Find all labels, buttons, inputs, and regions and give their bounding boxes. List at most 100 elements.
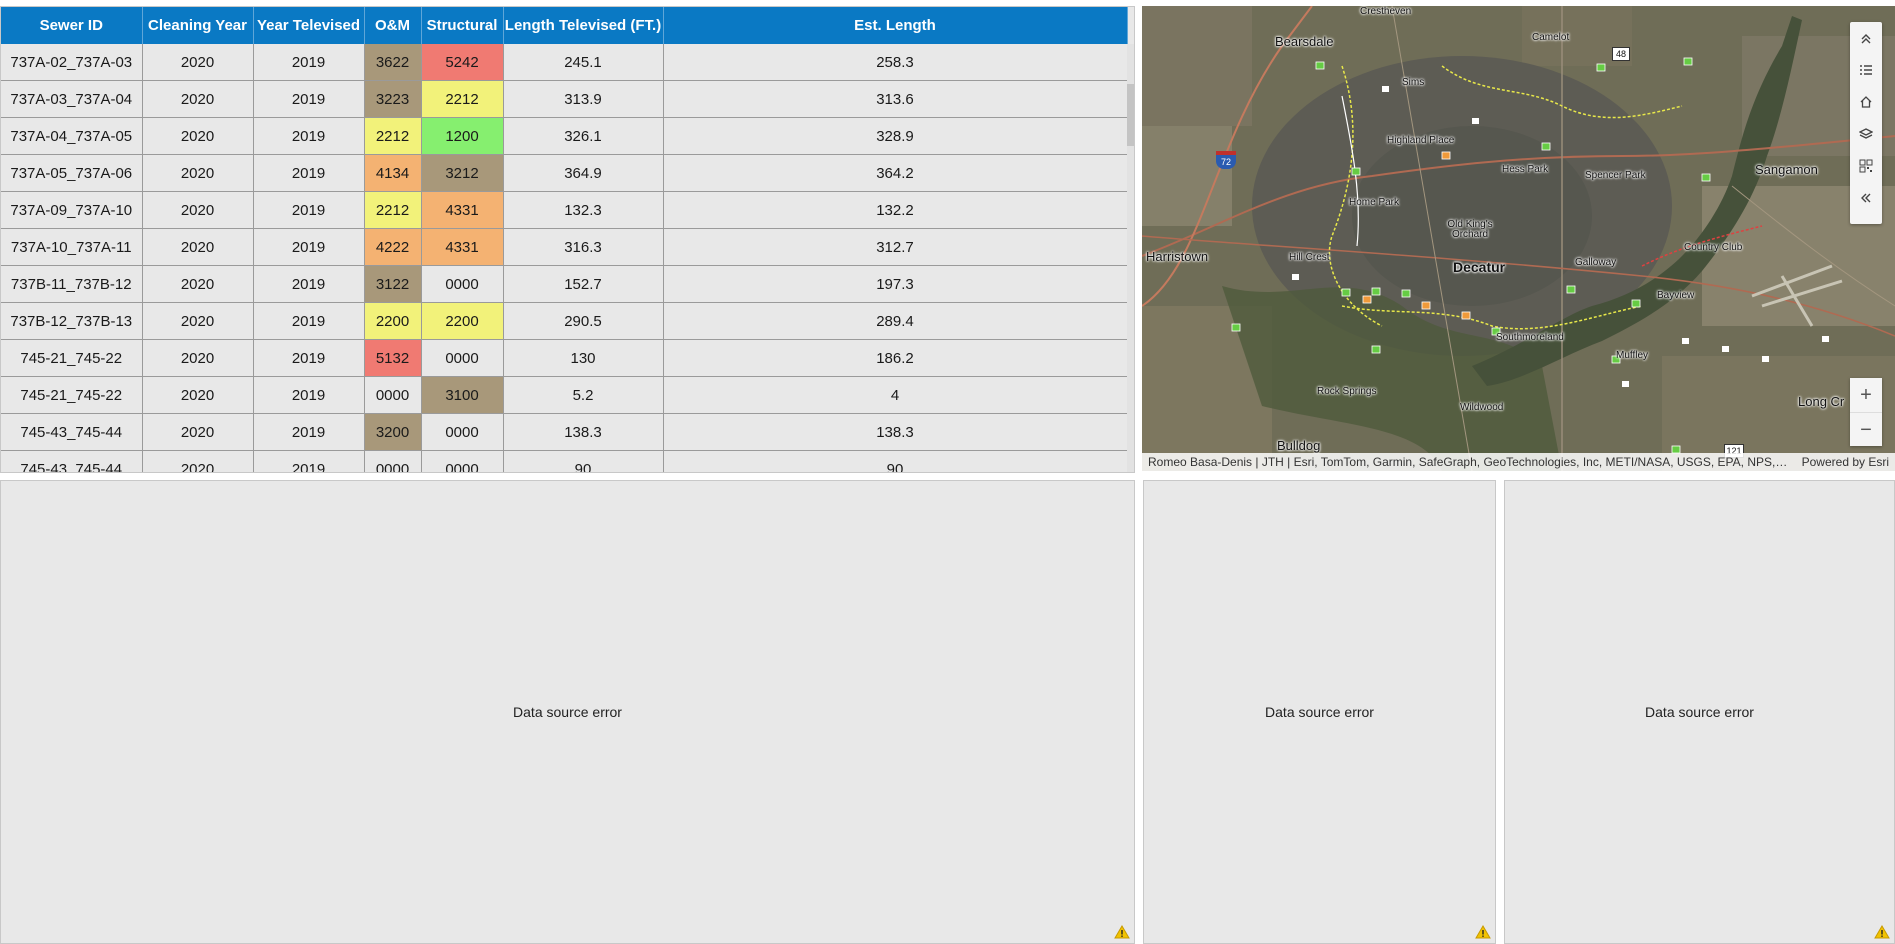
table-row[interactable]: 737A-05_737A-06 2020 2019 4134 3212 364.9 364.… [1,154,1128,192]
cell-om: 0000 [364,376,422,414]
route-shield-icon: 48 [1612,47,1630,61]
data-source-error-message: Data source error [513,704,622,720]
table-row[interactable]: 737A-02_737A-03 2020 2019 3622 5242 245.1 258.… [1,44,1128,81]
attribution-text[interactable]: Romeo Basa-Denis | JTH | Esri, TomTom, G… [1148,455,1788,469]
zoom-out-button[interactable]: − [1850,413,1882,447]
cell-om: 4222 [364,228,422,266]
warning-icon [1874,925,1890,939]
col-header-structural[interactable]: Structural [421,7,504,44]
map-label-hill-crest: Hill Crest [1289,252,1330,263]
legend-list-icon[interactable] [1850,54,1882,86]
cell-year-televised: 2019 [253,450,365,472]
cell-om: 3122 [364,265,422,303]
cell-om: 2200 [364,302,422,340]
chart-panel-1: Data source error [0,480,1135,944]
cell-om: 0000 [364,450,422,472]
table-row[interactable]: 745-43_745-44 2020 2019 3200 0000 138.3 138.3 [1,413,1128,451]
col-header-year-televised[interactable]: Year Televised [253,7,365,44]
table-scrollbar[interactable] [1127,44,1134,472]
col-header-length-televised[interactable]: Length Televised (FT.) [503,7,664,44]
cell-sewer-id: 737A-04_737A-05 [1,117,143,155]
table-row[interactable]: 745-21_745-22 2020 2019 5132 0000 130 186.2 [1,339,1128,377]
cell-length-televised: 316.3 [503,228,664,266]
col-header-est-length[interactable]: Est. Length [663,7,1128,44]
cell-om: 2212 [364,191,422,229]
cell-structural: 3212 [421,154,504,192]
collapse-up-icon[interactable] [1850,22,1882,54]
table-row[interactable]: 737A-10_737A-11 2020 2019 4222 4331 316.3 312.… [1,228,1128,266]
cell-cleaning-year: 2020 [142,339,254,377]
qr-grid-icon[interactable] [1850,150,1882,182]
powered-by-esri[interactable]: Powered by Esri [1802,455,1889,469]
map-label-long-creek: Long Cr [1798,394,1845,409]
cell-structural: 1200 [421,117,504,155]
data-source-error-message: Data source error [1645,704,1754,720]
cell-sewer-id: 745-21_745-22 [1,339,143,377]
map-label-muffley: Muffley [1616,350,1649,361]
col-header-om[interactable]: O&M [364,7,422,44]
layers-icon[interactable] [1850,118,1882,150]
map-label-highland-place: Highland Place [1387,135,1455,146]
map-label-rock-springs: Rock Springs [1317,386,1377,397]
shield-label-48: 48 [1615,49,1626,59]
collapse-left-icon[interactable] [1850,182,1882,214]
cell-om: 3223 [364,80,422,118]
map-label-country-club: Country Club [1684,242,1743,253]
map-label-hess-park: Hess Park [1502,164,1549,175]
map-label-sangamon: Sangamon [1755,162,1818,177]
map-view[interactable]: Crestheven Camelot Bearsdale Sims Highla… [1142,6,1895,471]
cell-cleaning-year: 2020 [142,302,254,340]
map-label-wildwood: Wildwood [1460,402,1504,413]
table-scroll-thumb[interactable] [1127,84,1134,146]
cell-cleaning-year: 2020 [142,265,254,303]
zoom-in-button[interactable]: + [1850,378,1882,413]
cell-cleaning-year: 2020 [142,191,254,229]
satellite-basemap [1142,6,1895,471]
cell-year-televised: 2019 [253,80,365,118]
table-row[interactable]: 745-43_745-44 2020 2019 0000 0000 90 90 [1,450,1128,472]
chart-panel-2: Data source error [1143,480,1496,944]
map-label-bearsdale: Bearsdale [1275,34,1334,49]
cell-year-televised: 2019 [253,376,365,414]
map-label-camelot: Camelot [1532,32,1570,43]
col-header-sewer-id[interactable]: Sewer ID [1,7,143,44]
cell-sewer-id: 737A-05_737A-06 [1,154,143,192]
cell-cleaning-year: 2020 [142,80,254,118]
cell-structural: 5242 [421,44,504,81]
cell-length-televised: 245.1 [503,44,664,81]
cell-sewer-id: 737A-02_737A-03 [1,44,143,81]
cell-length-televised: 313.9 [503,80,664,118]
cell-est-length: 364.2 [663,154,1128,192]
cell-structural: 0000 [421,339,504,377]
cell-length-televised: 152.7 [503,265,664,303]
table-row[interactable]: 737B-12_737B-13 2020 2019 2200 2200 290.5 289.… [1,302,1128,340]
cell-year-televised: 2019 [253,228,365,266]
home-icon[interactable] [1850,86,1882,118]
cell-structural: 0000 [421,413,504,451]
cell-sewer-id: 745-43_745-44 [1,450,143,472]
cell-structural: 3100 [421,376,504,414]
cell-sewer-id: 737B-12_737B-13 [1,302,143,340]
cell-length-televised: 290.5 [503,302,664,340]
table-row[interactable]: 745-21_745-22 2020 2019 0000 3100 5.2 4 [1,376,1128,414]
cell-est-length: 4 [663,376,1128,414]
col-header-cleaning-year[interactable]: Cleaning Year [142,7,254,44]
map-label-old-kings-orchard: Old King's Orchard [1447,219,1493,240]
cell-year-televised: 2019 [253,413,365,451]
cell-structural: 4331 [421,228,504,266]
cell-est-length: 312.7 [663,228,1128,266]
map-label-spencer-park: Spencer Park [1585,170,1646,181]
table-row[interactable]: 737B-11_737B-12 2020 2019 3122 0000 152.7 197.… [1,265,1128,303]
cell-year-televised: 2019 [253,44,365,81]
cell-length-televised: 364.9 [503,154,664,192]
table-row[interactable]: 737A-03_737A-04 2020 2019 3223 2212 313.9 313.… [1,80,1128,118]
cell-year-televised: 2019 [253,265,365,303]
table-row[interactable]: 737A-04_737A-05 2020 2019 2212 1200 326.1 328.… [1,117,1128,155]
cell-sewer-id: 745-21_745-22 [1,376,143,414]
cell-est-length: 186.2 [663,339,1128,377]
cell-est-length: 90 [663,450,1128,472]
table-row[interactable]: 737A-09_737A-10 2020 2019 2212 4331 132.3 132.… [1,191,1128,229]
map-label-harristown: Harristown [1146,249,1209,264]
map-label-crestheven: Crestheven [1360,6,1412,17]
map-label-bulldog: Bulldog [1277,438,1321,453]
